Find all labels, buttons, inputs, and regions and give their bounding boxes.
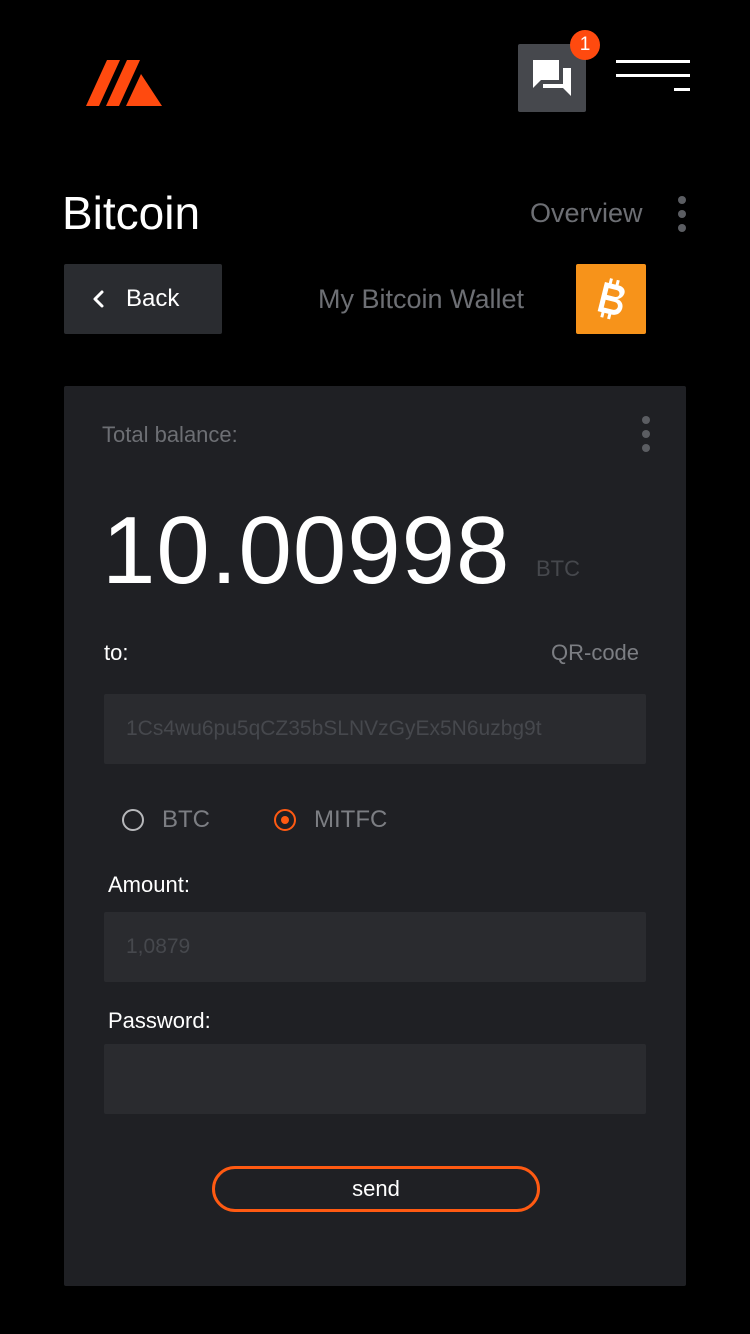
back-button[interactable]: Back xyxy=(64,264,222,334)
radio-label: MITFC xyxy=(314,806,388,833)
send-button[interactable]: send xyxy=(212,1166,540,1212)
bitcoin-icon xyxy=(576,264,646,334)
more-options-icon[interactable] xyxy=(678,196,686,232)
password-input[interactable] xyxy=(104,1044,646,1114)
amount-label: Amount: xyxy=(108,872,190,897)
menu-icon[interactable] xyxy=(616,60,690,92)
balance-value: 10.00998 xyxy=(102,497,511,604)
radio-checked-icon xyxy=(274,809,296,831)
balance-unit: BTC xyxy=(536,556,580,581)
qr-code-link[interactable]: QR-code xyxy=(551,640,639,666)
back-button-label: Back xyxy=(126,285,180,312)
to-label: to: xyxy=(104,640,129,665)
total-balance-label: Total balance: xyxy=(102,422,238,447)
chat-icon xyxy=(533,60,571,96)
radio-unchecked-icon xyxy=(122,809,144,831)
notification-badge: 1 xyxy=(570,30,600,60)
page-title: Bitcoin xyxy=(62,187,201,239)
chevron-left-icon xyxy=(93,290,104,308)
wallet-name: My Bitcoin Wallet xyxy=(318,284,525,314)
currency-radio-btc[interactable]: BTC xyxy=(122,806,210,834)
password-label: Password: xyxy=(108,1008,211,1033)
currency-radio-mitfc[interactable]: MITFC xyxy=(274,806,387,834)
address-input[interactable] xyxy=(104,694,646,764)
overview-link[interactable]: Overview xyxy=(530,198,643,229)
card-more-options-icon[interactable] xyxy=(642,416,650,452)
radio-label: BTC xyxy=(162,806,210,833)
amount-input[interactable] xyxy=(104,912,646,982)
brand-logo-icon[interactable] xyxy=(86,60,162,106)
